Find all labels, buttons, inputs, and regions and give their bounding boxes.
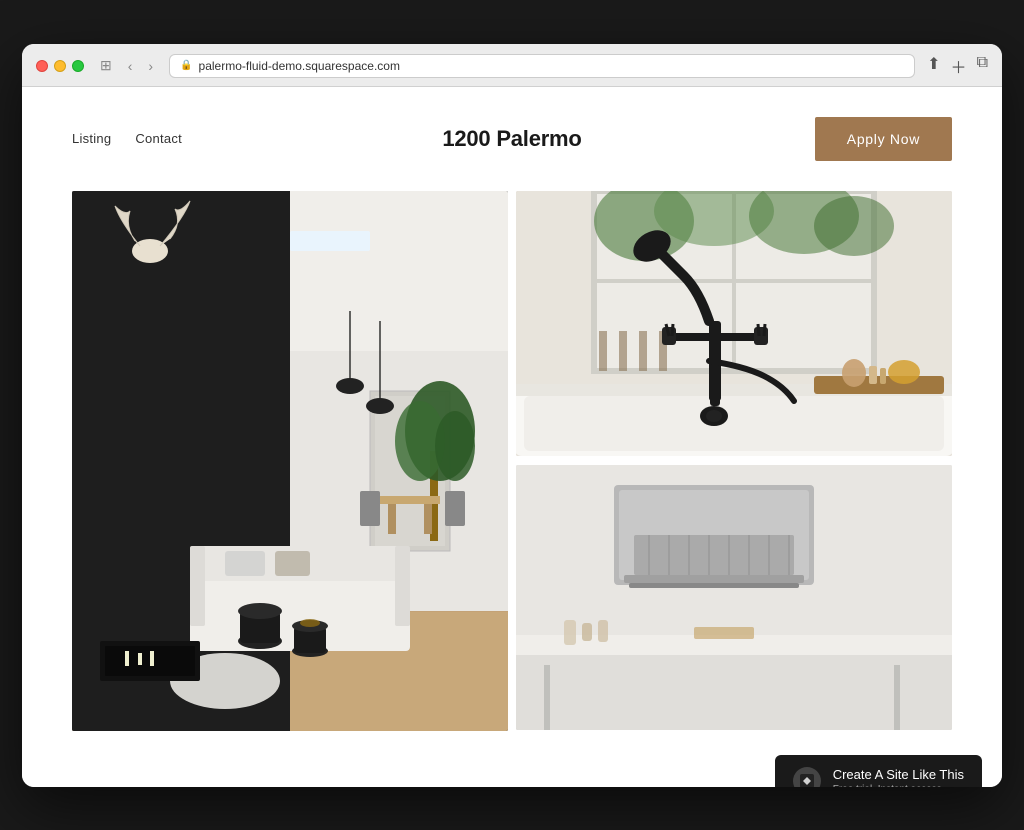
tab-overview-icon[interactable]: ⧉ (977, 54, 988, 78)
nav-contact[interactable]: Contact (135, 131, 182, 146)
forward-button[interactable]: › (144, 56, 157, 76)
maximize-button[interactable] (72, 60, 84, 72)
site-content: Listing Contact 1200 Palermo Apply Now (22, 87, 1002, 787)
new-tab-icon[interactable]: ＋ (951, 54, 967, 78)
photo-kitchen (516, 465, 952, 730)
photo-grid (22, 191, 1002, 761)
back-button[interactable]: ‹ (124, 56, 137, 76)
traffic-lights (36, 60, 84, 72)
apply-now-button[interactable]: Apply Now (815, 117, 952, 161)
site-title: 1200 Palermo (442, 126, 581, 152)
browser-chrome: ⊞ ‹ › 🔒 palermo-fluid-demo.squarespace.c… (22, 44, 1002, 87)
nav-listing[interactable]: Listing (72, 131, 111, 146)
nav-links: Listing Contact (72, 131, 182, 146)
url-text: palermo-fluid-demo.squarespace.com (199, 59, 400, 73)
browser-controls: ⊞ ‹ › (96, 55, 157, 76)
address-bar[interactable]: 🔒 palermo-fluid-demo.squarespace.com (169, 54, 915, 78)
photo-bathroom (516, 191, 952, 456)
browser-actions: ⬆ ＋ ⧉ (927, 54, 988, 78)
browser-window: ⊞ ‹ › 🔒 palermo-fluid-demo.squarespace.c… (22, 44, 1002, 787)
lock-icon: 🔒 (180, 60, 192, 71)
photo-living-room (72, 191, 508, 731)
close-button[interactable] (36, 60, 48, 72)
site-header: Listing Contact 1200 Palermo Apply Now (22, 87, 1002, 191)
window-arrange-icon[interactable]: ⊞ (96, 55, 116, 76)
share-icon[interactable]: ⬆ (927, 54, 940, 78)
minimize-button[interactable] (54, 60, 66, 72)
